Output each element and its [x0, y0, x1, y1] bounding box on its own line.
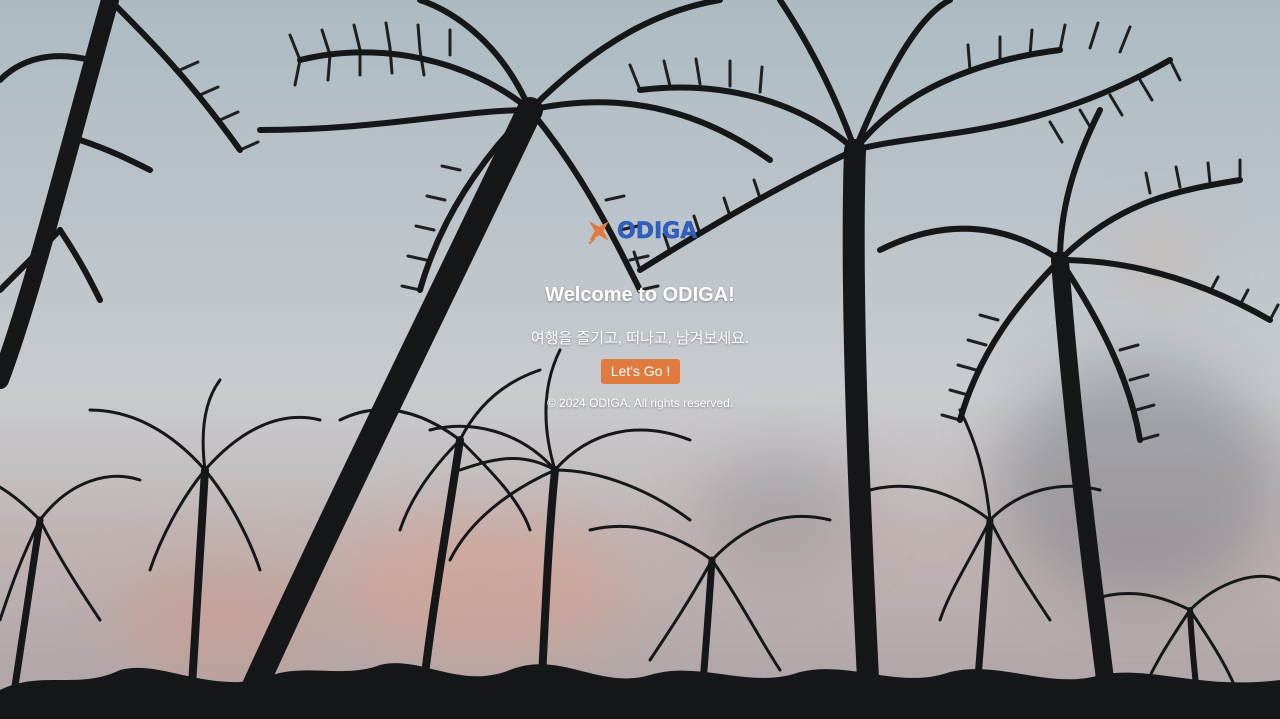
page-subtitle: 여행을 즐기고, 떠나고, 남겨보세요. [530, 330, 750, 347]
logo-text: ODIGA [617, 218, 698, 244]
hero: ODIGA Welcome to ODIGA! 여행을 즐기고, 떠나고, 남겨… [0, 0, 1280, 719]
airplane-icon [588, 221, 609, 245]
lets-go-button[interactable]: Let's Go ! [601, 359, 680, 384]
copyright-text: © 2024 ODIGA. All rights reserved. [546, 396, 734, 410]
logo: ODIGA [582, 213, 698, 249]
page-title: Welcome to ODIGA! [545, 284, 735, 306]
